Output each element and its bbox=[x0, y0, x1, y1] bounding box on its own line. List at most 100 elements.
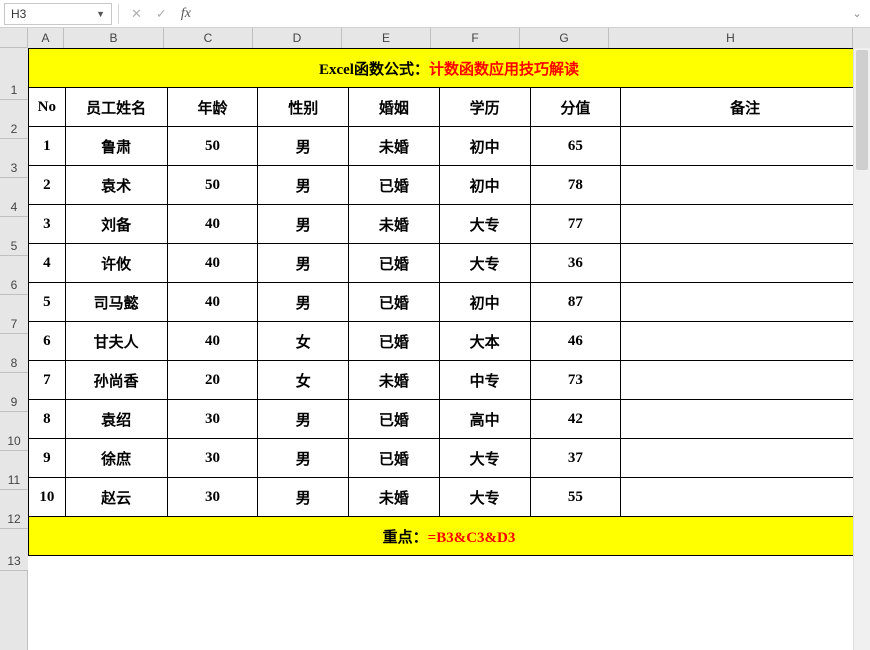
hdr-marriage[interactable]: 婚姻 bbox=[349, 88, 440, 127]
cell-no[interactable]: 10 bbox=[29, 478, 66, 517]
cell-gender[interactable]: 男 bbox=[258, 127, 349, 166]
cell-name[interactable]: 袁绍 bbox=[65, 400, 167, 439]
expand-formula-bar-icon[interactable]: ⌄ bbox=[848, 7, 866, 20]
row-header-3[interactable]: 3 bbox=[0, 139, 28, 178]
cell-gender[interactable]: 男 bbox=[258, 439, 349, 478]
row-header-9[interactable]: 9 bbox=[0, 373, 28, 412]
cell-no[interactable]: 3 bbox=[29, 205, 66, 244]
scrollbar-thumb[interactable] bbox=[856, 50, 868, 170]
hdr-score[interactable]: 分值 bbox=[530, 88, 621, 127]
cell-gender[interactable]: 男 bbox=[258, 478, 349, 517]
col-header-B[interactable]: B bbox=[64, 28, 164, 48]
cell-score[interactable]: 37 bbox=[530, 439, 621, 478]
cell-gender[interactable]: 男 bbox=[258, 244, 349, 283]
cell-gender[interactable]: 男 bbox=[258, 166, 349, 205]
cell-score[interactable]: 42 bbox=[530, 400, 621, 439]
row-header-12[interactable]: 12 bbox=[0, 490, 28, 529]
cell-edu[interactable]: 大专 bbox=[439, 478, 530, 517]
cell-marriage[interactable]: 未婚 bbox=[349, 205, 440, 244]
cell-marriage[interactable]: 未婚 bbox=[349, 127, 440, 166]
row-header-13[interactable]: 13 bbox=[0, 529, 28, 571]
fx-icon[interactable]: fx bbox=[181, 6, 191, 22]
col-header-E[interactable]: E bbox=[342, 28, 431, 48]
cell-remark[interactable] bbox=[621, 322, 870, 361]
cell-remark[interactable] bbox=[621, 283, 870, 322]
row-header-4[interactable]: 4 bbox=[0, 178, 28, 217]
hdr-no[interactable]: No bbox=[29, 88, 66, 127]
cell-age[interactable]: 30 bbox=[167, 478, 258, 517]
cells-area[interactable]: Excel函数公式：计数函数应用技巧解读 No 员工姓名 年龄 性别 婚姻 学历… bbox=[28, 48, 870, 650]
cell-edu[interactable]: 大本 bbox=[439, 322, 530, 361]
hdr-gender[interactable]: 性别 bbox=[258, 88, 349, 127]
cell-score[interactable]: 55 bbox=[530, 478, 621, 517]
row-header-6[interactable]: 6 bbox=[0, 256, 28, 295]
cell-no[interactable]: 5 bbox=[29, 283, 66, 322]
cell-name[interactable]: 甘夫人 bbox=[65, 322, 167, 361]
cell-edu[interactable]: 初中 bbox=[439, 127, 530, 166]
cell-marriage[interactable]: 已婚 bbox=[349, 283, 440, 322]
cell-edu[interactable]: 初中 bbox=[439, 283, 530, 322]
row-header-11[interactable]: 11 bbox=[0, 451, 28, 490]
hdr-name[interactable]: 员工姓名 bbox=[65, 88, 167, 127]
cell-no[interactable]: 4 bbox=[29, 244, 66, 283]
cell-name[interactable]: 刘备 bbox=[65, 205, 167, 244]
footer-cell[interactable]: 重点：=B3&C3&D3 bbox=[29, 517, 870, 556]
cell-edu[interactable]: 大专 bbox=[439, 439, 530, 478]
cell-gender[interactable]: 女 bbox=[258, 322, 349, 361]
cell-edu[interactable]: 初中 bbox=[439, 166, 530, 205]
cancel-icon[interactable]: ✕ bbox=[131, 6, 142, 22]
cell-age[interactable]: 40 bbox=[167, 322, 258, 361]
cell-edu[interactable]: 大专 bbox=[439, 205, 530, 244]
title-cell[interactable]: Excel函数公式：计数函数应用技巧解读 bbox=[29, 49, 870, 88]
cell-name[interactable]: 许攸 bbox=[65, 244, 167, 283]
cell-marriage[interactable]: 已婚 bbox=[349, 439, 440, 478]
cell-edu[interactable]: 中专 bbox=[439, 361, 530, 400]
cell-marriage[interactable]: 已婚 bbox=[349, 166, 440, 205]
cell-no[interactable]: 6 bbox=[29, 322, 66, 361]
col-header-G[interactable]: G bbox=[520, 28, 609, 48]
cell-remark[interactable] bbox=[621, 478, 870, 517]
cell-age[interactable]: 40 bbox=[167, 283, 258, 322]
select-all-corner[interactable] bbox=[0, 28, 28, 48]
cell-age[interactable]: 30 bbox=[167, 400, 258, 439]
row-header-7[interactable]: 7 bbox=[0, 295, 28, 334]
col-header-D[interactable]: D bbox=[253, 28, 342, 48]
col-header-A[interactable]: A bbox=[28, 28, 64, 48]
row-header-1[interactable]: 1 bbox=[0, 48, 28, 100]
col-header-H[interactable]: H bbox=[609, 28, 853, 48]
cell-no[interactable]: 7 bbox=[29, 361, 66, 400]
chevron-down-icon[interactable]: ▼ bbox=[96, 9, 105, 19]
col-header-F[interactable]: F bbox=[431, 28, 520, 48]
row-header-10[interactable]: 10 bbox=[0, 412, 28, 451]
cell-remark[interactable] bbox=[621, 361, 870, 400]
cell-score[interactable]: 78 bbox=[530, 166, 621, 205]
cell-score[interactable]: 65 bbox=[530, 127, 621, 166]
cell-no[interactable]: 2 bbox=[29, 166, 66, 205]
cell-no[interactable]: 1 bbox=[29, 127, 66, 166]
cell-remark[interactable] bbox=[621, 127, 870, 166]
cell-remark[interactable] bbox=[621, 205, 870, 244]
cell-name[interactable]: 赵云 bbox=[65, 478, 167, 517]
cell-marriage[interactable]: 已婚 bbox=[349, 400, 440, 439]
row-header-5[interactable]: 5 bbox=[0, 217, 28, 256]
cell-name[interactable]: 司马懿 bbox=[65, 283, 167, 322]
cell-remark[interactable] bbox=[621, 400, 870, 439]
hdr-remark[interactable]: 备注 bbox=[621, 88, 870, 127]
formula-input[interactable] bbox=[197, 3, 848, 25]
cell-marriage[interactable]: 未婚 bbox=[349, 361, 440, 400]
cell-marriage[interactable]: 已婚 bbox=[349, 244, 440, 283]
cell-name[interactable]: 袁术 bbox=[65, 166, 167, 205]
enter-icon[interactable]: ✓ bbox=[156, 6, 167, 22]
cell-gender[interactable]: 男 bbox=[258, 400, 349, 439]
cell-gender[interactable]: 男 bbox=[258, 205, 349, 244]
cell-no[interactable]: 8 bbox=[29, 400, 66, 439]
cell-age[interactable]: 20 bbox=[167, 361, 258, 400]
name-box[interactable]: H3 ▼ bbox=[4, 3, 112, 25]
cell-age[interactable]: 40 bbox=[167, 244, 258, 283]
cell-no[interactable]: 9 bbox=[29, 439, 66, 478]
row-header-8[interactable]: 8 bbox=[0, 334, 28, 373]
cell-age[interactable]: 40 bbox=[167, 205, 258, 244]
cell-name[interactable]: 孙尚香 bbox=[65, 361, 167, 400]
cell-age[interactable]: 50 bbox=[167, 127, 258, 166]
cell-score[interactable]: 87 bbox=[530, 283, 621, 322]
